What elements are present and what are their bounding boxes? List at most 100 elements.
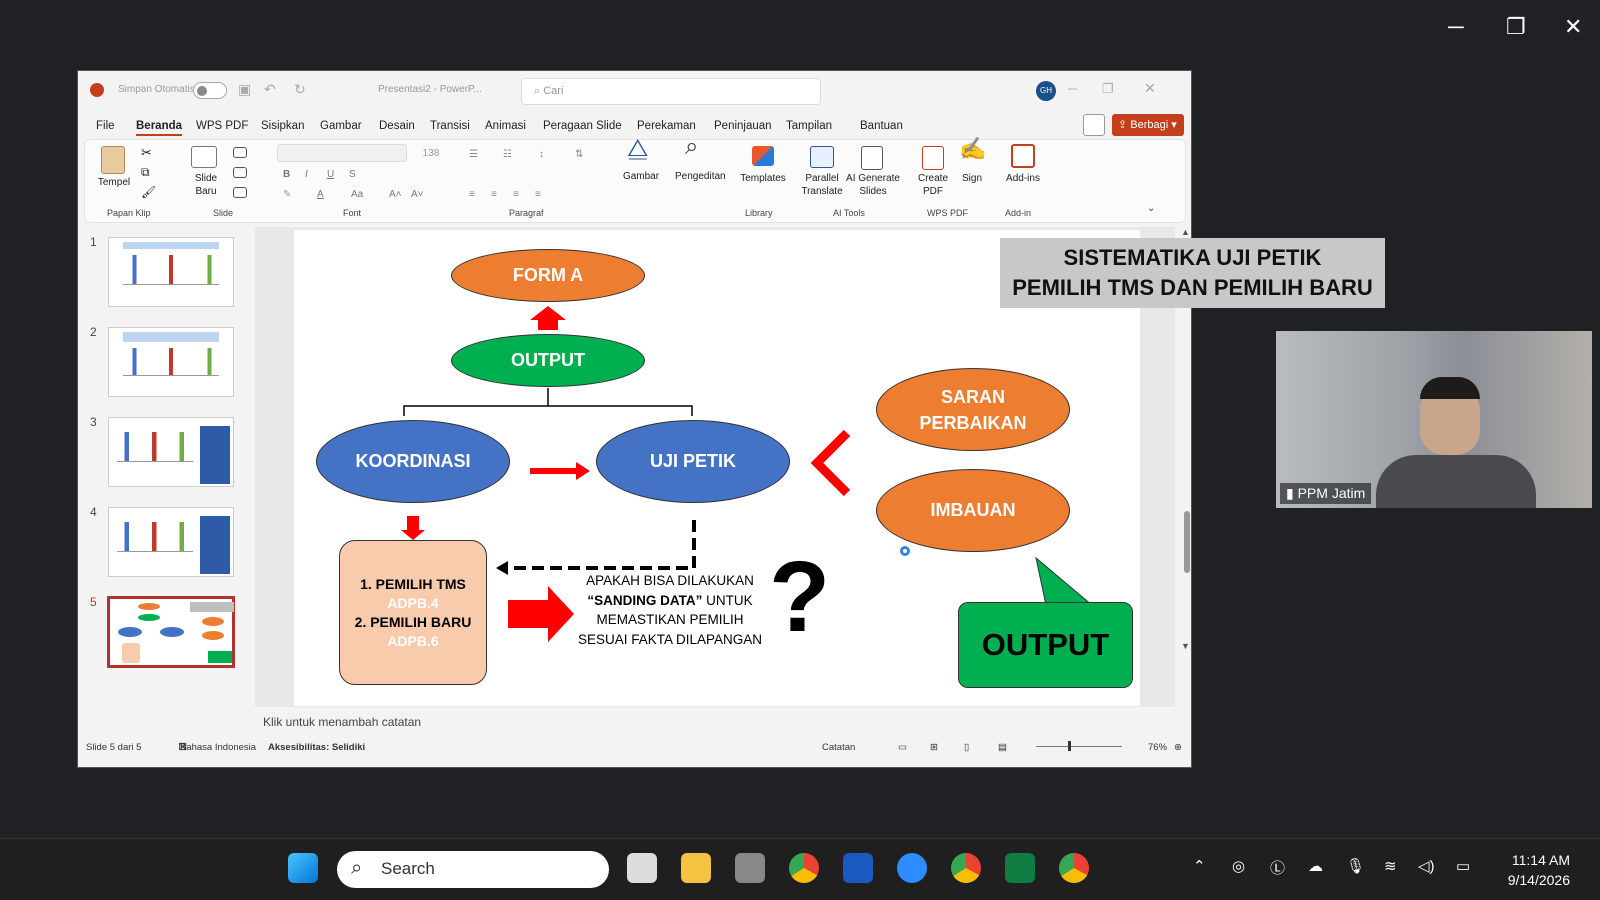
bullets-icon[interactable]: ☰: [469, 148, 478, 161]
chrome-profile-icon[interactable]: [951, 853, 981, 883]
font-family-select[interactable]: [277, 144, 407, 162]
menu-peragaan-slide[interactable]: Peragaan Slide: [543, 120, 622, 132]
battery-icon[interactable]: ▭: [1456, 857, 1470, 875]
autosave-toggle[interactable]: [193, 82, 227, 99]
form-a-ellipse[interactable]: FORM A: [451, 249, 645, 302]
video-tile[interactable]: ▮ PPM Jatim: [1276, 331, 1592, 508]
question-text[interactable]: APAKAH BISA DILAKUKAN “SANDING DATA” UNT…: [570, 571, 770, 649]
picture-button[interactable]: Gambar: [621, 170, 661, 183]
l-app-icon[interactable]: Ⓛ: [1270, 857, 1285, 878]
mic-icon[interactable]: 🎙: [1346, 857, 1365, 875]
file-explorer-icon[interactable]: [681, 853, 711, 883]
collapse-ribbon-icon[interactable]: ⌄: [1147, 202, 1155, 215]
align-right-icon[interactable]: ≡: [513, 188, 519, 201]
justify-icon[interactable]: ≡: [535, 188, 541, 201]
grow-font-icon[interactable]: A˄: [389, 188, 402, 201]
zoom-level[interactable]: 76%: [1148, 742, 1167, 753]
highlight-icon[interactable]: ✎: [283, 188, 291, 201]
scroll-down-icon[interactable]: ▼: [1181, 641, 1190, 651]
excel-icon[interactable]: [1005, 853, 1035, 883]
chrome-second-icon[interactable]: [1059, 853, 1089, 883]
sorter-view-icon[interactable]: ⊞: [930, 742, 938, 753]
align-center-icon[interactable]: ≡: [491, 188, 497, 201]
slide-thumbnail-5[interactable]: [107, 596, 235, 668]
win-minimize-icon[interactable]: ─: [1068, 81, 1077, 96]
menu-gambar[interactable]: Gambar: [320, 120, 362, 132]
ai-slides-icon[interactable]: [861, 146, 883, 170]
paste-icon[interactable]: [101, 146, 125, 174]
avatar[interactable]: GH: [1036, 81, 1056, 101]
notes-pane[interactable]: Klik untuk menambah catatan: [255, 707, 1175, 737]
uji-petik-ellipse[interactable]: UJI PETIK: [596, 420, 790, 503]
shrink-font-icon[interactable]: A˅: [411, 188, 424, 201]
minimize-button[interactable]: ─: [1448, 14, 1464, 40]
volume-icon[interactable]: ◁): [1418, 857, 1435, 875]
shadow-icon[interactable]: S: [349, 168, 356, 181]
notes-toggle[interactable]: Catatan: [822, 742, 855, 753]
word-icon[interactable]: [843, 853, 873, 883]
new-slide-icon[interactable]: [191, 146, 217, 168]
font-color-icon[interactable]: A: [317, 188, 324, 201]
menu-desain[interactable]: Desain: [379, 120, 415, 132]
translate-icon[interactable]: [810, 146, 834, 168]
output-callout[interactable]: OUTPUT: [958, 602, 1133, 688]
new-slide-button[interactable]: Slide Baru: [189, 172, 223, 198]
copy-icon[interactable]: ⧉: [141, 166, 150, 179]
slide-thumbnail-2[interactable]: [108, 327, 234, 397]
restore-button[interactable]: ❐: [1506, 14, 1526, 40]
task-view-icon[interactable]: [627, 853, 657, 883]
sign-icon[interactable]: ✍: [959, 138, 986, 160]
camera-app-icon[interactable]: [735, 853, 765, 883]
paste-button[interactable]: Tempel: [97, 176, 131, 189]
editing-button[interactable]: Pengeditan: [675, 170, 726, 183]
saran-perbaikan-ellipse[interactable]: SARAN PERBAIKAN: [876, 368, 1070, 451]
chrome-icon[interactable]: [789, 853, 819, 883]
italic-icon[interactable]: I: [305, 168, 308, 181]
fit-slide-icon[interactable]: ⊕: [1174, 742, 1182, 753]
scroll-thumb[interactable]: [1184, 511, 1190, 573]
magnifier-icon[interactable]: ⌕: [685, 135, 698, 159]
redo-icon[interactable]: ↻: [294, 81, 306, 98]
slide-thumbnail-3[interactable]: [108, 417, 234, 487]
reading-view-icon[interactable]: ▯: [964, 742, 969, 753]
pemilih-box[interactable]: 1. PEMILIH TMS ADPB.4 2. PEMILIH BARU AD…: [339, 540, 487, 685]
language[interactable]: Bahasa Indonesia: [180, 742, 256, 753]
comment-button[interactable]: [1083, 114, 1105, 136]
menu-peninjauan[interactable]: Peninjauan: [714, 120, 772, 132]
menu-beranda[interactable]: Beranda: [136, 120, 183, 136]
font-size-select[interactable]: 138: [411, 147, 451, 163]
sign-button[interactable]: Sign: [957, 172, 987, 185]
menu-file[interactable]: File: [96, 120, 115, 132]
create-pdf-button[interactable]: Create PDF: [911, 172, 955, 198]
start-icon[interactable]: [288, 853, 318, 883]
save-icon[interactable]: ▣: [238, 81, 251, 98]
close-button[interactable]: ✕: [1564, 14, 1582, 40]
taskbar-search[interactable]: ⌕ Search: [337, 851, 609, 888]
format-painter-icon[interactable]: 🖌: [141, 186, 156, 199]
reset-icon[interactable]: [233, 167, 247, 178]
line-spacing-icon[interactable]: ↕: [539, 148, 544, 161]
change-case-icon[interactable]: Aa: [351, 188, 363, 201]
menu-perekaman[interactable]: Perekaman: [637, 120, 696, 132]
win-restore-icon[interactable]: ❐: [1102, 81, 1114, 97]
search-input[interactable]: ⌕ Cari: [521, 78, 821, 105]
copilot-icon[interactable]: ◎: [1232, 857, 1245, 875]
menu-sisipkan[interactable]: Sisipkan: [261, 120, 304, 132]
menu-animasi[interactable]: Animasi: [485, 120, 526, 132]
align-left-icon[interactable]: ≡: [469, 188, 475, 201]
slide-thumbnail-4[interactable]: [108, 507, 234, 577]
zoom-slider[interactable]: [1036, 741, 1122, 751]
bold-icon[interactable]: B: [283, 168, 290, 181]
menu-transisi[interactable]: Transisi: [430, 120, 470, 132]
win-close-icon[interactable]: ✕: [1144, 80, 1156, 97]
addins-icon[interactable]: [1011, 144, 1035, 168]
templates-button[interactable]: Templates: [735, 172, 791, 185]
wifi-icon[interactable]: ≋: [1384, 857, 1397, 875]
slide-title-box[interactable]: SISTEMATIKA UJI PETIK PEMILIH TMS DAN PE…: [1000, 238, 1385, 308]
scroll-up-icon[interactable]: ▲: [1181, 227, 1190, 237]
accessibility[interactable]: Aksesibilitas: Selidiki: [268, 742, 365, 753]
cloud-icon[interactable]: ☁: [1308, 857, 1323, 875]
normal-view-icon[interactable]: ▭: [898, 742, 907, 753]
clock[interactable]: 11:14 AM 9/14/2026: [1508, 850, 1570, 890]
ai-generate-slides-button[interactable]: AI Generate Slides: [845, 172, 901, 198]
